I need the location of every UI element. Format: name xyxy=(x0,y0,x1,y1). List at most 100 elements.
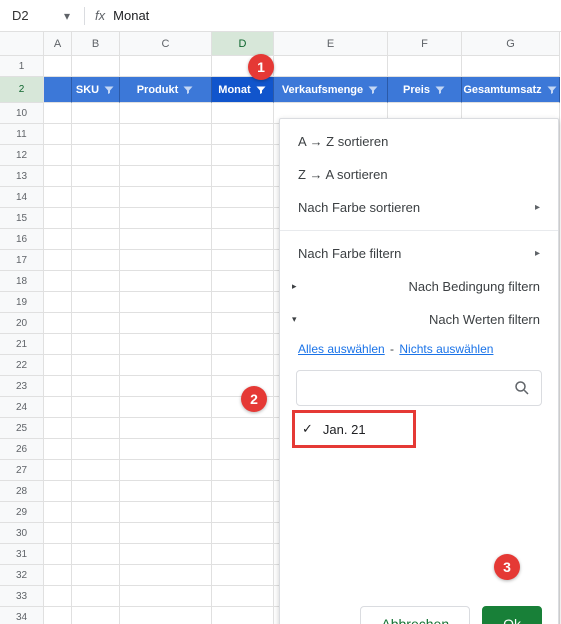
filter-header-preis[interactable]: Preis xyxy=(388,77,462,103)
cell[interactable] xyxy=(120,56,212,77)
cell[interactable] xyxy=(120,544,212,565)
cell[interactable] xyxy=(120,250,212,271)
cell[interactable] xyxy=(44,313,72,334)
cell[interactable] xyxy=(72,166,120,187)
cell[interactable] xyxy=(120,523,212,544)
col-header-G[interactable]: G xyxy=(462,32,560,56)
row-header[interactable]: 32 xyxy=(0,565,44,586)
cell[interactable] xyxy=(388,56,462,77)
cell[interactable] xyxy=(44,56,72,77)
cell[interactable] xyxy=(44,145,72,166)
cell[interactable] xyxy=(212,607,274,624)
cell[interactable] xyxy=(120,166,212,187)
cell[interactable] xyxy=(72,418,120,439)
cell[interactable] xyxy=(72,586,120,607)
filter-header-produkt[interactable]: Produkt xyxy=(120,77,212,103)
cell[interactable] xyxy=(212,586,274,607)
cell[interactable] xyxy=(120,397,212,418)
filter-header-gesamtumsatz[interactable]: Gesamtumsatz xyxy=(462,77,560,103)
cell[interactable] xyxy=(44,439,72,460)
cell[interactable] xyxy=(72,187,120,208)
cell[interactable] xyxy=(44,502,72,523)
row-header[interactable]: 10 xyxy=(0,103,44,124)
row-header[interactable]: 28 xyxy=(0,481,44,502)
cell[interactable] xyxy=(120,103,212,124)
cell[interactable] xyxy=(44,586,72,607)
filter-search-input[interactable] xyxy=(307,380,513,397)
menu-sort-az[interactable]: A → Z sortieren xyxy=(280,125,558,158)
cell[interactable] xyxy=(44,208,72,229)
cell[interactable] xyxy=(212,187,274,208)
cell[interactable] xyxy=(72,397,120,418)
cell[interactable] xyxy=(72,145,120,166)
cell[interactable] xyxy=(44,124,72,145)
cell[interactable] xyxy=(44,166,72,187)
filter-value-item[interactable]: ✓ Jan. 21 xyxy=(296,414,542,444)
menu-filter-by-condition[interactable]: Nach Bedingung filtern xyxy=(280,270,558,303)
cell[interactable] xyxy=(72,313,120,334)
cell[interactable] xyxy=(44,397,72,418)
cell[interactable] xyxy=(120,124,212,145)
col-header-B[interactable]: B xyxy=(72,32,120,56)
cell[interactable] xyxy=(212,166,274,187)
filter-search[interactable] xyxy=(296,370,542,406)
cell[interactable] xyxy=(212,565,274,586)
cell[interactable] xyxy=(212,208,274,229)
cell[interactable] xyxy=(44,565,72,586)
cell[interactable] xyxy=(72,250,120,271)
row-header[interactable]: 33 xyxy=(0,586,44,607)
cell[interactable] xyxy=(72,56,120,77)
row-header[interactable]: 34 xyxy=(0,607,44,624)
formula-value[interactable]: Monat xyxy=(113,8,149,23)
row-header[interactable]: 16 xyxy=(0,229,44,250)
cell[interactable] xyxy=(120,208,212,229)
cell[interactable] xyxy=(44,103,72,124)
cell[interactable] xyxy=(212,292,274,313)
cell[interactable] xyxy=(120,313,212,334)
row-header[interactable]: 24 xyxy=(0,397,44,418)
col-header-E[interactable]: E xyxy=(274,32,388,56)
cell[interactable] xyxy=(120,229,212,250)
row-header[interactable]: 22 xyxy=(0,355,44,376)
cell[interactable] xyxy=(72,607,120,624)
cell[interactable] xyxy=(44,523,72,544)
cell[interactable] xyxy=(44,607,72,624)
cell[interactable] xyxy=(212,523,274,544)
cell[interactable] xyxy=(44,250,72,271)
cell[interactable] xyxy=(44,355,72,376)
cell[interactable] xyxy=(120,439,212,460)
row-header[interactable]: 27 xyxy=(0,460,44,481)
cell[interactable] xyxy=(120,607,212,624)
cell[interactable] xyxy=(44,376,72,397)
cell[interactable] xyxy=(44,292,72,313)
name-box-dropdown-icon[interactable]: ▾ xyxy=(64,9,70,23)
cell[interactable] xyxy=(120,460,212,481)
cell[interactable] xyxy=(72,355,120,376)
cell[interactable] xyxy=(72,481,120,502)
cell[interactable] xyxy=(120,292,212,313)
cell[interactable] xyxy=(120,376,212,397)
cell[interactable] xyxy=(120,334,212,355)
cell[interactable] xyxy=(120,586,212,607)
ok-button[interactable]: Ok xyxy=(482,606,542,624)
cell[interactable] xyxy=(212,229,274,250)
cell[interactable] xyxy=(120,145,212,166)
cell[interactable] xyxy=(212,418,274,439)
cell[interactable] xyxy=(72,544,120,565)
menu-sort-za[interactable]: Z → A sortieren xyxy=(280,158,558,191)
select-none-link[interactable]: Nichts auswählen xyxy=(399,342,493,356)
select-all-link[interactable]: Alles auswählen xyxy=(298,342,385,356)
cell[interactable] xyxy=(72,565,120,586)
cell[interactable] xyxy=(120,565,212,586)
menu-sort-by-color[interactable]: Nach Farbe sortieren xyxy=(280,191,558,224)
cell[interactable] xyxy=(274,56,388,77)
row-header[interactable]: 11 xyxy=(0,124,44,145)
cell[interactable] xyxy=(72,439,120,460)
row-header[interactable]: 29 xyxy=(0,502,44,523)
cell[interactable] xyxy=(72,103,120,124)
cell[interactable] xyxy=(120,355,212,376)
col-header-C[interactable]: C xyxy=(120,32,212,56)
col-header-D[interactable]: D xyxy=(212,32,274,56)
cell[interactable] xyxy=(44,481,72,502)
cell[interactable] xyxy=(120,502,212,523)
